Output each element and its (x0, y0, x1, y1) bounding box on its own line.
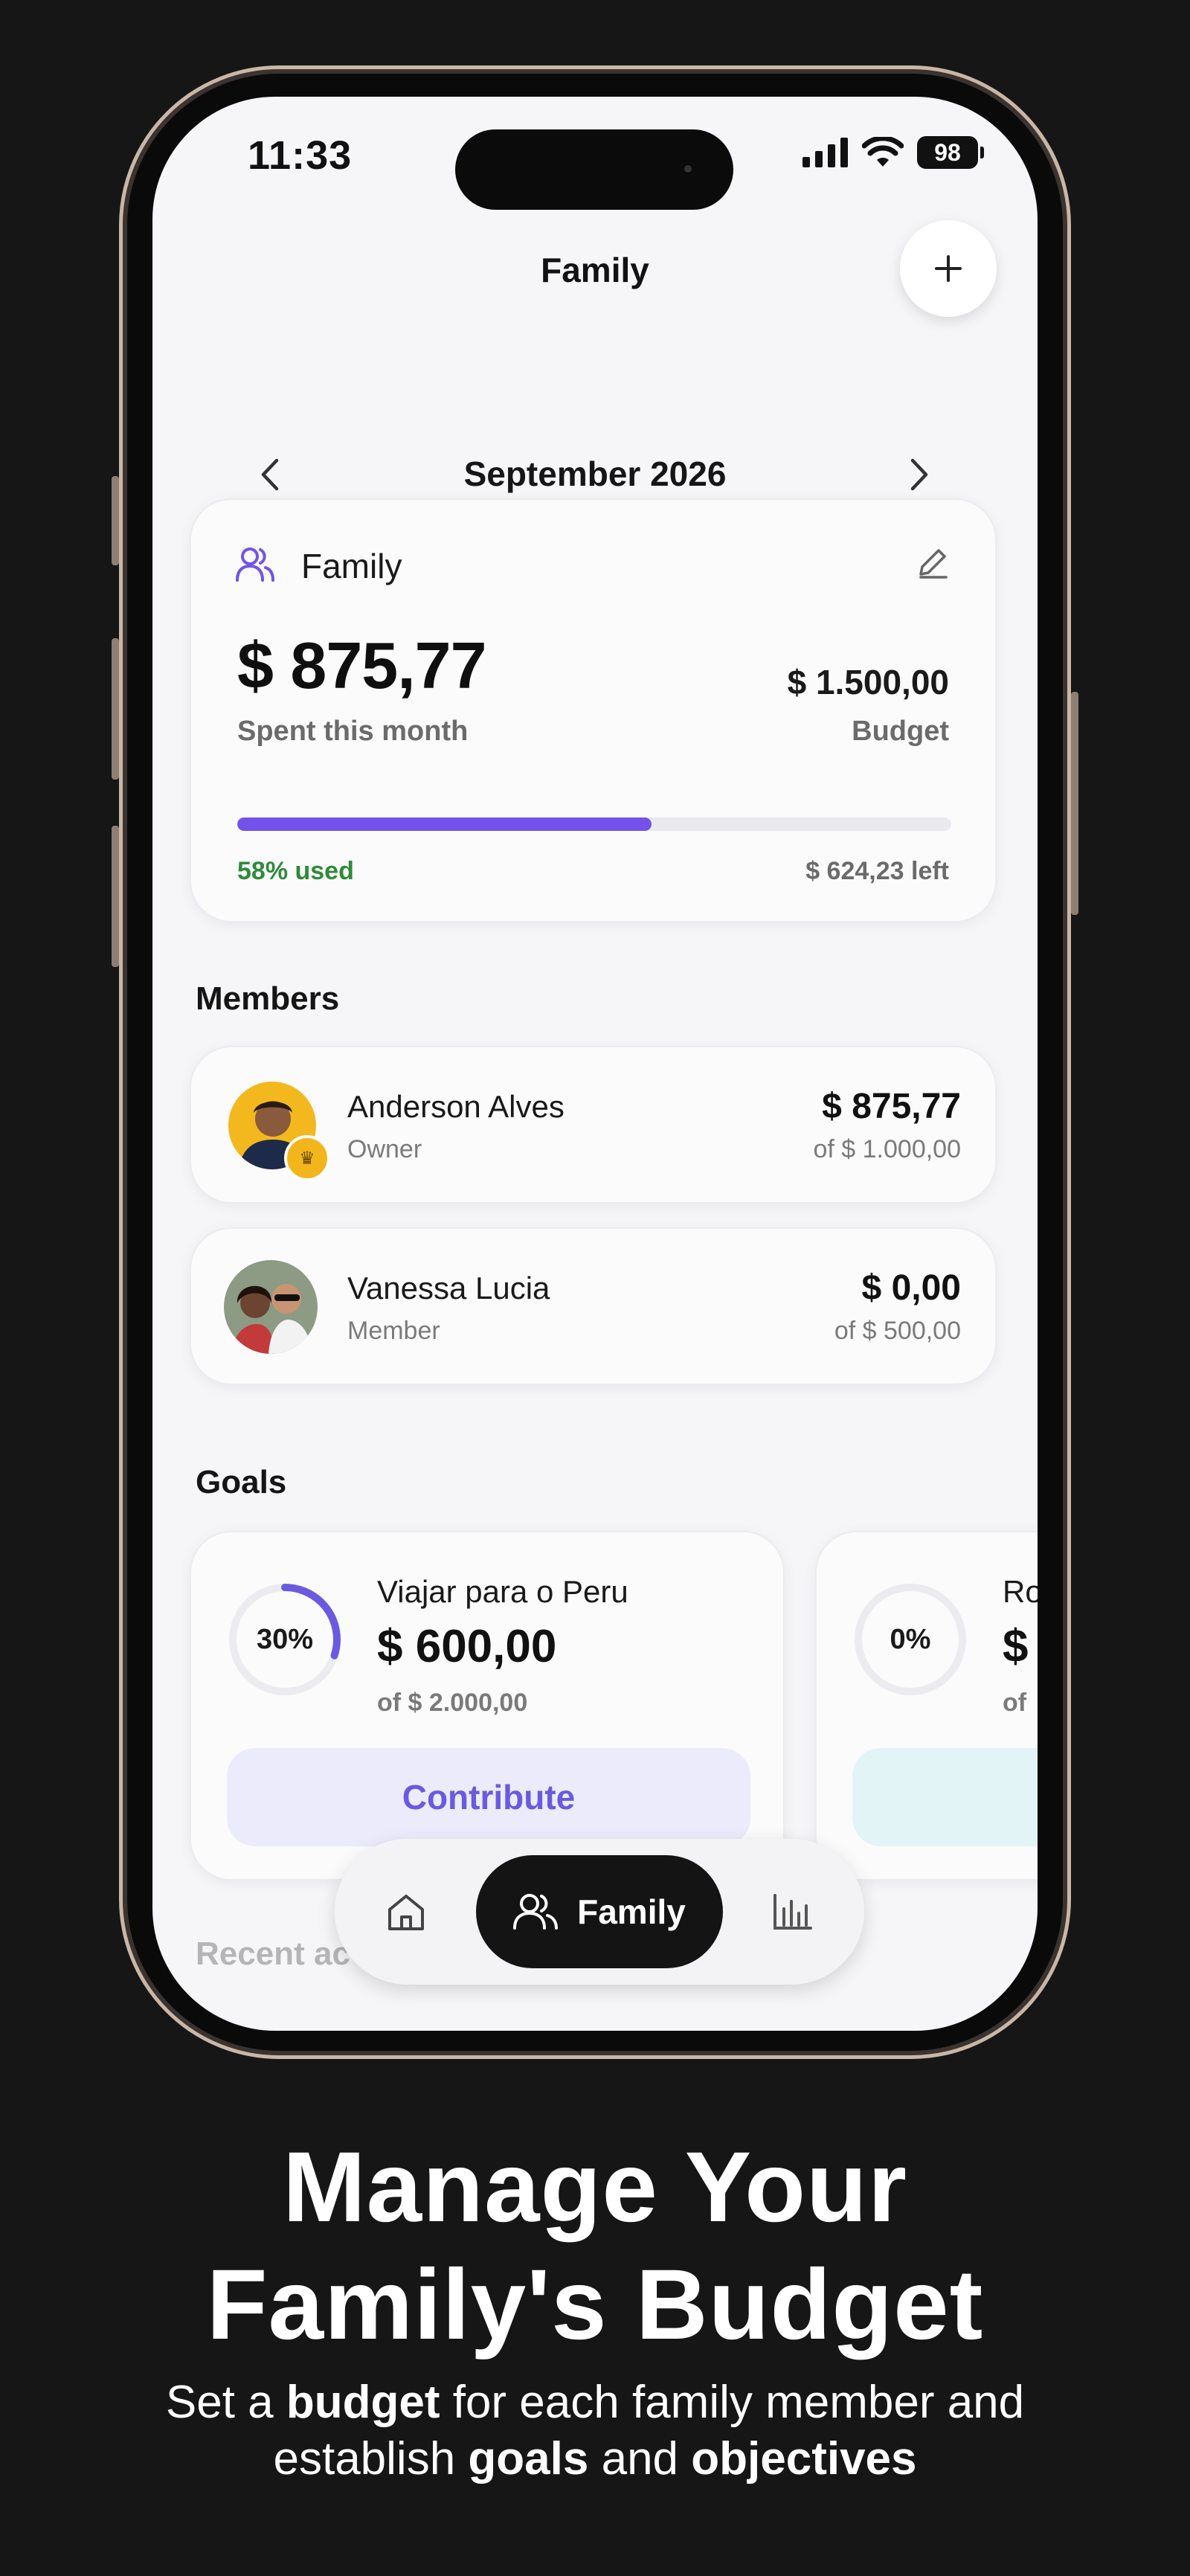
tab-bar: Family (335, 1839, 864, 1985)
member-spent: $ 875,77 (822, 1087, 961, 1126)
sub-text: for each family member and (440, 2377, 1025, 2428)
budget-label: Budget (852, 716, 949, 747)
side-button (112, 826, 119, 967)
side-button (112, 476, 119, 565)
promo-headline: Manage Your Family's Budget (0, 2129, 1190, 2364)
sub-text: establish (273, 2433, 469, 2485)
status-time: 11:33 (248, 133, 353, 178)
edit-icon[interactable] (915, 545, 951, 580)
spent-amount: $ 875,77 (237, 629, 487, 702)
wifi-icon (862, 137, 904, 167)
member-budget: of $ 1.000,00 (813, 1135, 961, 1163)
member-spent: $ 0,00 (861, 1268, 961, 1308)
member-budget: of $ 500,00 (834, 1317, 961, 1345)
budget-progress-bar (237, 818, 951, 831)
add-button[interactable] (900, 220, 997, 317)
headline-line: Manage Your (283, 2132, 907, 2243)
home-icon (388, 1895, 424, 1930)
plus-icon (935, 255, 962, 282)
tab-home[interactable] (379, 1885, 433, 1939)
spent-label: Spent this month (237, 716, 469, 747)
goal-card[interactable]: 0% Ro $ of (815, 1531, 1038, 1880)
battery-indicator: 98 (917, 136, 984, 169)
promo-subtitle: Set a budget for each family member and … (0, 2374, 1190, 2487)
budget-amount: $ 1.500,00 (787, 663, 949, 701)
goal-percent: 30% (256, 1623, 314, 1655)
goal-name: Ro (1003, 1574, 1038, 1609)
family-icon (236, 547, 274, 582)
member-role: Owner (347, 1135, 422, 1163)
sub-text: Set a (165, 2377, 286, 2428)
headline-line: Family's Budget (206, 2249, 984, 2360)
goal-name: Viajar para o Peru (377, 1574, 628, 1609)
tab-stats[interactable] (766, 1885, 820, 1939)
chevron-right-icon (910, 458, 928, 491)
battery-level: 98 (934, 138, 961, 166)
dynamic-island (455, 129, 733, 210)
side-button (112, 638, 119, 780)
status-icons: 98 (803, 134, 984, 171)
bar-chart-icon (774, 1894, 812, 1930)
budget-summary-card: Family $ 875,77 Spent this month $ 1.500… (190, 498, 997, 922)
budget-progress-fill (237, 818, 652, 831)
prev-month-button[interactable] (247, 452, 292, 497)
goal-target: of $ 2.000,00 (377, 1689, 528, 1717)
members-title: Members (196, 980, 340, 1017)
goal-percent: 0% (890, 1623, 931, 1655)
sub-emphasis: objectives (691, 2433, 917, 2485)
goal-card[interactable]: 30% Viajar para o Peru $ 600,00 of $ 2.0… (190, 1531, 785, 1880)
member-row[interactable]: ♛ Anderson Alves Owner $ 875,77 of $ 1.0… (190, 1046, 997, 1204)
goal-target: of (1003, 1689, 1027, 1717)
signal-icon (803, 138, 848, 167)
tab-family[interactable]: Family (476, 1855, 723, 1968)
group-name: Family (301, 547, 402, 585)
contribute-button[interactable]: Contribute (227, 1748, 750, 1846)
family-icon (513, 1894, 559, 1930)
next-month-button[interactable] (898, 452, 942, 497)
side-button (1071, 692, 1078, 915)
member-row[interactable]: Vanessa Lucia Member $ 0,00 of $ 500,00 (190, 1227, 997, 1385)
used-percent: 58% used (237, 857, 354, 885)
member-name: Anderson Alves (347, 1089, 565, 1124)
recent-activity-title: Recent ac (196, 1936, 350, 1972)
sub-text: and (588, 2433, 692, 2485)
status-bar: 11:33 98 (152, 97, 1038, 210)
sub-emphasis: goals (468, 2433, 589, 2485)
app-screen: 11:33 98 Family September 2026 Family $ … (152, 97, 1038, 2031)
member-role: Member (347, 1317, 440, 1345)
goals-title: Goals (196, 1464, 287, 1500)
goal-saved: $ 600,00 (377, 1621, 557, 1672)
member-name: Vanessa Lucia (347, 1271, 550, 1305)
chevron-left-icon (261, 458, 279, 491)
contribute-button[interactable] (852, 1748, 1038, 1846)
remaining-amount: $ 624,23 left (805, 857, 949, 885)
owner-badge-icon: ♛ (284, 1135, 330, 1181)
tab-family-label: Family (577, 1892, 686, 1931)
goal-saved: $ (1003, 1621, 1029, 1672)
sub-emphasis: budget (286, 2377, 440, 2428)
avatar (224, 1260, 318, 1354)
